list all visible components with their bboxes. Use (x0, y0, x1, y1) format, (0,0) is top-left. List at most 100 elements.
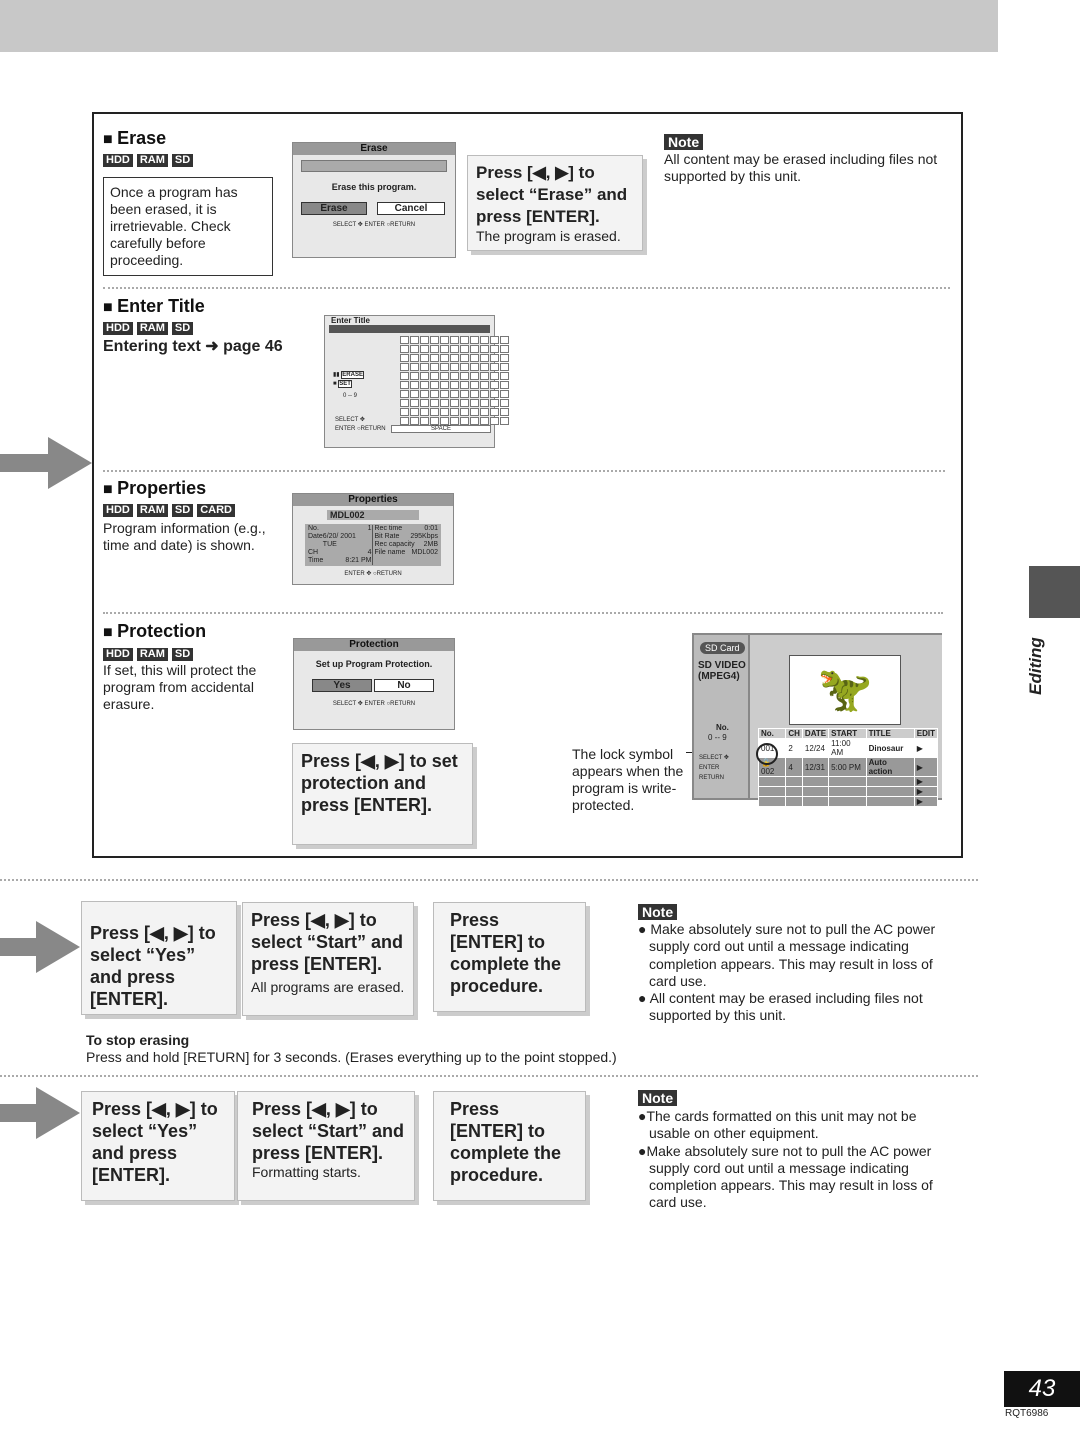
character-key[interactable] (470, 381, 479, 389)
character-key[interactable] (470, 417, 479, 425)
character-key[interactable] (410, 372, 419, 380)
character-key[interactable] (480, 381, 489, 389)
character-key[interactable] (410, 381, 419, 389)
yes-option[interactable]: Yes (312, 679, 372, 692)
character-key[interactable] (480, 345, 489, 353)
character-key[interactable] (440, 354, 449, 362)
character-key[interactable] (420, 381, 429, 389)
character-key[interactable] (480, 354, 489, 362)
character-key[interactable] (470, 354, 479, 362)
character-key[interactable] (420, 354, 429, 362)
character-key[interactable] (430, 381, 439, 389)
character-key[interactable] (490, 399, 499, 407)
cancel-option[interactable]: Cancel (377, 202, 445, 215)
character-key[interactable] (400, 354, 409, 362)
table-row[interactable]: 001 2 12/24 11:00 AM Dinosaur ▶ (757, 738, 939, 758)
character-key[interactable] (460, 354, 469, 362)
character-key[interactable] (490, 381, 499, 389)
character-key[interactable] (470, 336, 479, 344)
character-key[interactable] (440, 408, 449, 416)
character-key[interactable] (440, 417, 449, 425)
character-key[interactable] (440, 381, 449, 389)
character-key[interactable] (450, 408, 459, 416)
character-key[interactable] (450, 390, 459, 398)
character-key[interactable] (460, 390, 469, 398)
character-key[interactable] (410, 390, 419, 398)
character-key[interactable] (400, 417, 409, 425)
character-key[interactable] (490, 336, 499, 344)
character-key[interactable] (460, 381, 469, 389)
character-key[interactable] (400, 390, 409, 398)
character-key[interactable] (400, 399, 409, 407)
character-key[interactable] (430, 390, 439, 398)
character-key[interactable] (400, 345, 409, 353)
character-key[interactable] (480, 363, 489, 371)
character-key[interactable] (400, 372, 409, 380)
character-key[interactable] (430, 417, 439, 425)
character-key[interactable] (500, 408, 509, 416)
page-reference[interactable]: Entering text ➜ page 46 (103, 336, 283, 356)
character-key[interactable] (430, 372, 439, 380)
character-key[interactable] (500, 399, 509, 407)
character-key[interactable] (470, 390, 479, 398)
character-grid[interactable] (400, 336, 509, 425)
character-key[interactable] (480, 417, 489, 425)
character-key[interactable] (420, 336, 429, 344)
character-key[interactable] (450, 399, 459, 407)
character-key[interactable] (480, 336, 489, 344)
character-key[interactable] (410, 336, 419, 344)
character-key[interactable] (460, 345, 469, 353)
character-key[interactable] (470, 399, 479, 407)
space-key[interactable]: SPACE (391, 425, 491, 433)
character-key[interactable] (400, 408, 409, 416)
character-key[interactable] (480, 399, 489, 407)
character-key[interactable] (460, 399, 469, 407)
character-key[interactable] (410, 417, 419, 425)
character-key[interactable] (490, 408, 499, 416)
character-key[interactable] (480, 372, 489, 380)
character-key[interactable] (500, 336, 509, 344)
character-key[interactable] (420, 345, 429, 353)
character-key[interactable] (450, 372, 459, 380)
character-key[interactable] (450, 354, 459, 362)
character-key[interactable] (400, 381, 409, 389)
character-key[interactable] (470, 363, 479, 371)
character-key[interactable] (440, 363, 449, 371)
character-key[interactable] (460, 417, 469, 425)
character-key[interactable] (500, 354, 509, 362)
character-key[interactable] (460, 408, 469, 416)
character-key[interactable] (440, 372, 449, 380)
character-key[interactable] (420, 372, 429, 380)
character-key[interactable] (470, 408, 479, 416)
character-key[interactable] (420, 363, 429, 371)
character-key[interactable] (410, 399, 419, 407)
character-key[interactable] (500, 372, 509, 380)
character-key[interactable] (440, 399, 449, 407)
character-key[interactable] (410, 408, 419, 416)
character-key[interactable] (420, 408, 429, 416)
character-key[interactable] (500, 417, 509, 425)
character-key[interactable] (500, 390, 509, 398)
character-key[interactable] (430, 399, 439, 407)
character-key[interactable] (480, 390, 489, 398)
character-key[interactable] (430, 408, 439, 416)
character-key[interactable] (430, 354, 439, 362)
character-key[interactable] (470, 372, 479, 380)
character-key[interactable] (480, 408, 489, 416)
character-key[interactable] (490, 417, 499, 425)
character-key[interactable] (490, 390, 499, 398)
character-key[interactable] (490, 372, 499, 380)
character-key[interactable] (420, 417, 429, 425)
character-key[interactable] (490, 345, 499, 353)
character-key[interactable] (470, 345, 479, 353)
character-key[interactable] (400, 363, 409, 371)
character-key[interactable] (460, 336, 469, 344)
no-option[interactable]: No (374, 679, 434, 692)
character-key[interactable] (460, 372, 469, 380)
character-key[interactable] (440, 345, 449, 353)
character-key[interactable] (410, 345, 419, 353)
character-key[interactable] (420, 390, 429, 398)
character-key[interactable] (490, 363, 499, 371)
character-key[interactable] (440, 336, 449, 344)
character-key[interactable] (500, 363, 509, 371)
